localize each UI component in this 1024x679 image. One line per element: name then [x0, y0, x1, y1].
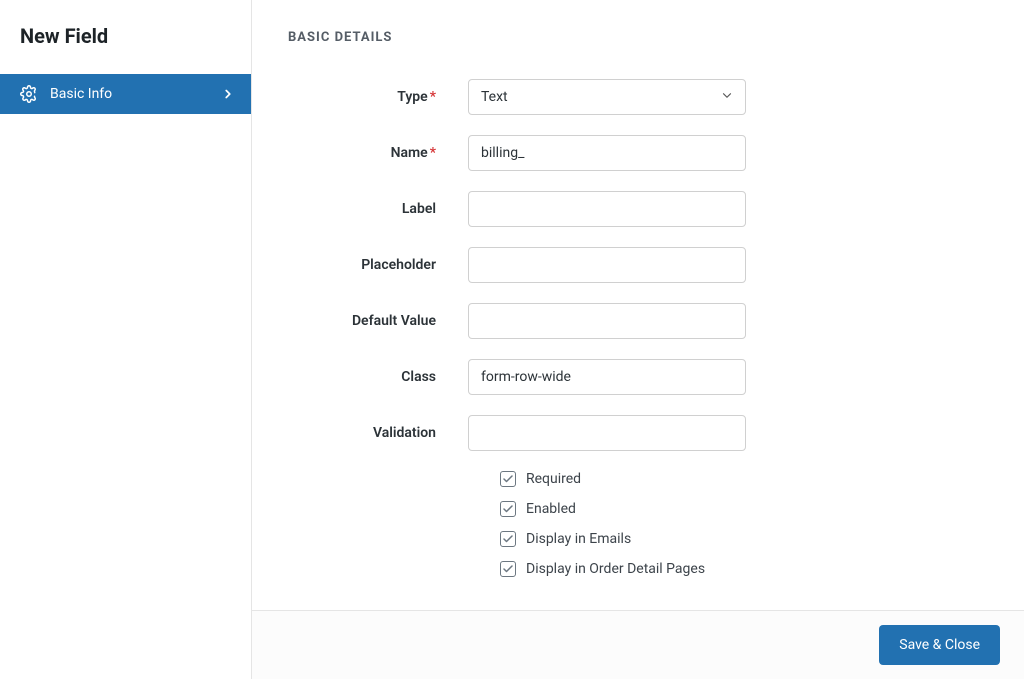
page-title: New Field: [0, 0, 251, 74]
type-label: Type*: [288, 89, 468, 105]
type-select[interactable]: Text: [468, 79, 746, 115]
default-value-label: Default Value: [288, 313, 468, 329]
required-checkbox[interactable]: [500, 471, 516, 487]
placeholder-input[interactable]: [468, 247, 746, 283]
sidebar-item-basic-info[interactable]: Basic Info: [0, 74, 251, 114]
validation-label: Validation: [288, 425, 468, 441]
save-button[interactable]: Save & Close: [879, 625, 1000, 665]
validation-input[interactable]: [468, 415, 746, 451]
main-content: BASIC DETAILS Type* Text Name* Label: [252, 0, 1024, 679]
sidebar-item-label: Basic Info: [50, 86, 221, 102]
footer: Save & Close: [252, 610, 1024, 679]
display-emails-checkbox-label[interactable]: Display in Emails: [526, 531, 631, 547]
gear-icon: [20, 85, 38, 103]
class-input[interactable]: [468, 359, 746, 395]
enabled-checkbox[interactable]: [500, 501, 516, 517]
name-label: Name*: [288, 145, 468, 161]
display-emails-checkbox[interactable]: [500, 531, 516, 547]
default-value-input[interactable]: [468, 303, 746, 339]
name-input[interactable]: [468, 135, 746, 171]
class-label: Class: [288, 369, 468, 385]
display-order-checkbox[interactable]: [500, 561, 516, 577]
section-title: BASIC DETAILS: [288, 30, 988, 45]
label-input[interactable]: [468, 191, 746, 227]
chevron-right-icon: [221, 87, 235, 101]
enabled-checkbox-label[interactable]: Enabled: [526, 501, 576, 517]
display-order-checkbox-label[interactable]: Display in Order Detail Pages: [526, 561, 705, 577]
placeholder-label: Placeholder: [288, 257, 468, 273]
label-label: Label: [288, 201, 468, 217]
required-checkbox-label[interactable]: Required: [526, 471, 581, 487]
sidebar: New Field Basic Info: [0, 0, 252, 679]
